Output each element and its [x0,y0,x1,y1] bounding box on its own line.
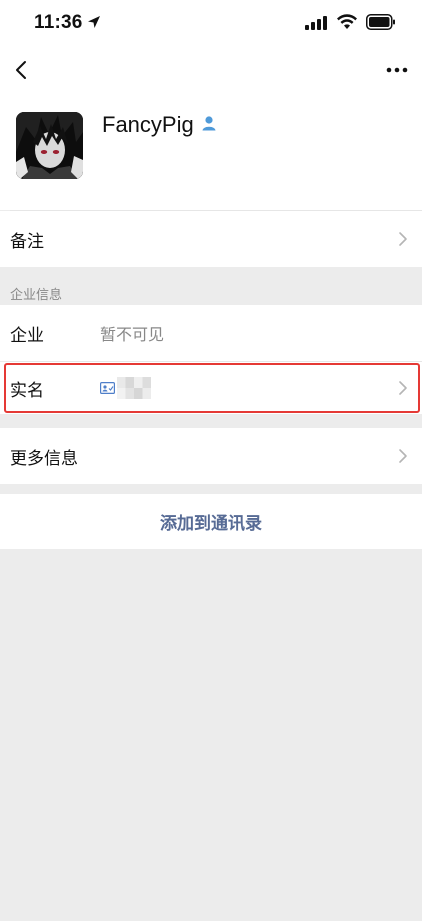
company-value: 暂不可见 [100,327,165,344]
chevron-right-icon [399,232,407,246]
contact-profile-page: 11:36 FancyPig 备注 企业信息 企业 暂不可见 实名 更多信息 添… [0,0,422,921]
cellular-signal-icon [305,16,327,30]
highlight-box [4,363,420,413]
battery-icon [366,14,395,30]
more-info-label: 更多信息 [10,448,78,468]
status-bar: 11:36 [0,0,422,48]
location-arrow-icon [88,16,100,28]
add-to-contacts-label: 添加到通讯录 [160,514,262,533]
more-options-button[interactable] [380,54,414,86]
remark-row[interactable]: 备注 [0,211,422,267]
wifi-icon [337,14,357,29]
more-dots-icon [386,67,408,73]
person-badge-icon [202,116,216,131]
add-to-contacts-button[interactable]: 添加到通讯录 [0,494,422,549]
remark-label: 备注 [10,231,44,251]
avatar-image [16,112,83,179]
chevron-right-icon [399,449,407,463]
back-button[interactable] [6,54,36,86]
enterprise-section-header: 企业信息 [0,267,422,305]
section-title: 企业信息 [10,287,63,302]
more-info-row[interactable]: 更多信息 [0,428,422,484]
profile-header: FancyPig [0,92,422,210]
profile-name: FancyPig [102,112,194,137]
avatar[interactable] [16,112,83,179]
chevron-left-icon [16,61,26,79]
navigation-bar [0,48,422,92]
company-row: 企业 暂不可见 [0,305,422,361]
status-time: 11:36 [34,12,83,33]
company-label: 企业 [10,325,44,345]
